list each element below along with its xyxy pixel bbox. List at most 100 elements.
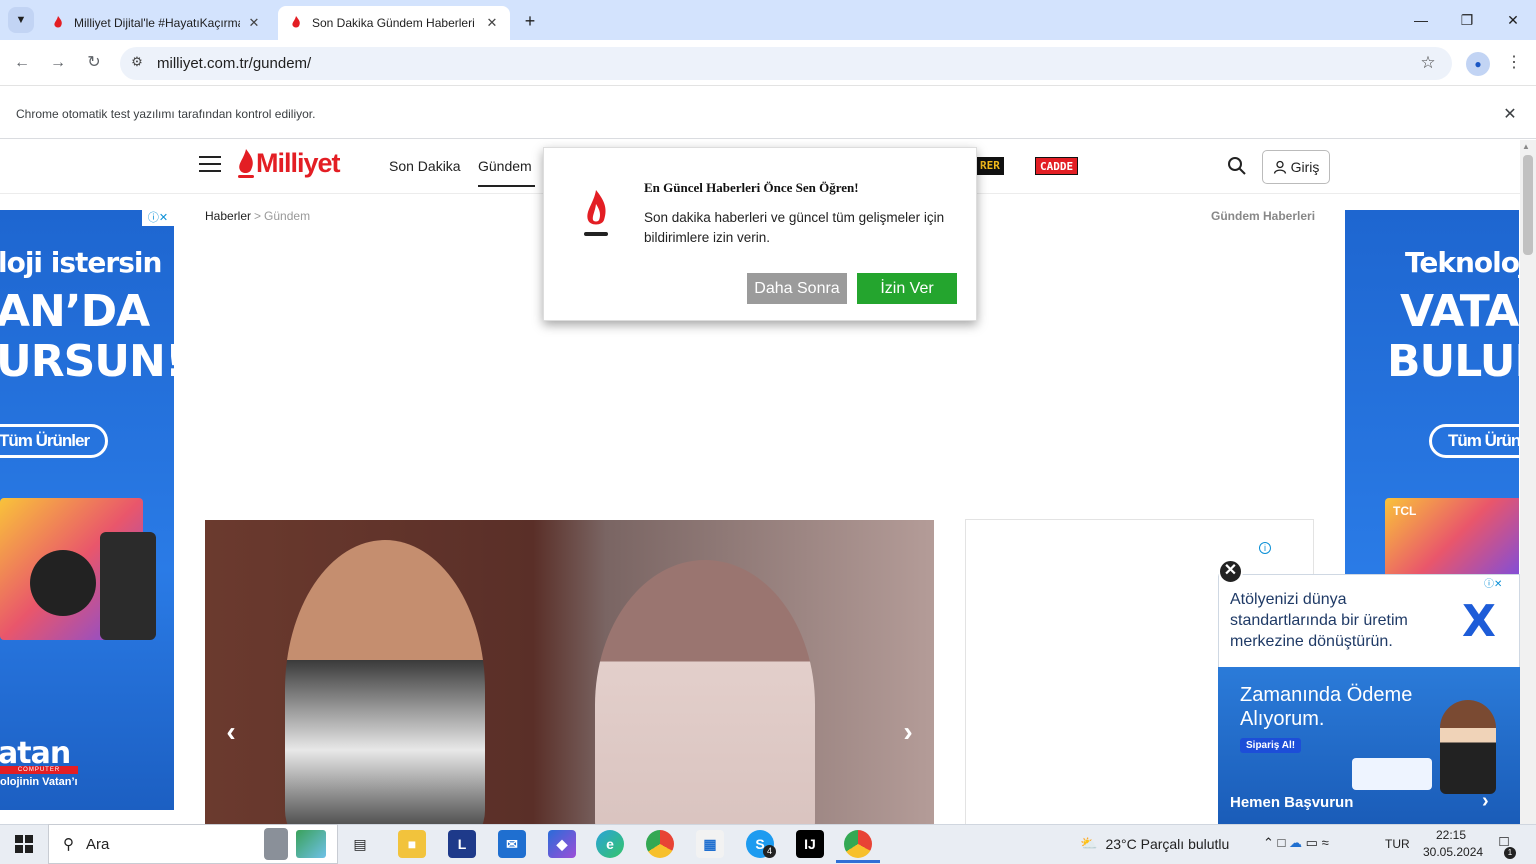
close-icon[interactable]: ✕ xyxy=(246,15,262,31)
active-app-indicator xyxy=(836,860,880,863)
ad-choices-icon[interactable]: ⓘ✕ xyxy=(142,210,174,226)
chevron-up-icon[interactable]: ⌃ xyxy=(1263,835,1274,850)
wifi-icon[interactable]: ≈ xyxy=(1322,835,1329,850)
chevron-right-icon[interactable]: › xyxy=(895,718,921,746)
info-icon[interactable]: i xyxy=(1259,542,1271,554)
copilot-icon[interactable]: ◆ xyxy=(548,830,576,858)
task-view-icon[interactable]: ▤ xyxy=(346,830,374,858)
tab-search-button[interactable]: ▼ xyxy=(8,7,34,33)
nav-son-dakika[interactable]: Son Dakika xyxy=(389,158,461,174)
left-skyscraper-ad[interactable]: ⓘ✕ loji istersin AN’DA URSUN! Tüm Ürünle… xyxy=(0,210,174,810)
tab-title: Son Dakika Gündem Haberleri - xyxy=(312,16,478,30)
chrome-icon[interactable] xyxy=(646,830,674,858)
system-tray[interactable]: ⌃ □ ☁ ▭ ≈ xyxy=(1263,835,1329,851)
cloud-sun-icon: ⛅ xyxy=(1080,835,1098,851)
notification-count: 1 xyxy=(1504,847,1516,859)
tab-title: Milliyet Dijital'le #HayatıKaçırma xyxy=(74,16,240,30)
login-label: Giriş xyxy=(1290,159,1320,175)
chevron-left-icon[interactable]: ‹ xyxy=(218,718,244,746)
clock-time: 22:15 xyxy=(1435,828,1467,842)
onedrive-cloud-icon[interactable]: ☁ xyxy=(1289,835,1302,850)
slider-person-right xyxy=(595,560,815,824)
brand-badge[interactable]: RER xyxy=(976,157,1004,175)
scrollbar-thumb[interactable] xyxy=(1523,155,1533,255)
float-ad-apply-text[interactable]: Hemen Başvurun xyxy=(1230,794,1353,811)
address-bar[interactable] xyxy=(120,47,1452,80)
language-indicator[interactable]: TUR xyxy=(1385,837,1410,851)
ad-choices-icon[interactable]: ⓘ✕ xyxy=(1484,575,1502,590)
popup-title: En Güncel Haberleri Önce Sen Öğren! xyxy=(644,180,859,195)
allow-button[interactable]: İzin Ver xyxy=(857,273,957,304)
file-explorer-icon[interactable]: ■ xyxy=(398,830,426,858)
url-text[interactable]: milliyet.com.tr/gundem/ xyxy=(157,55,311,72)
ad-tv-brand: TCL xyxy=(1393,504,1417,518)
ad-headline-2: VATAN xyxy=(1400,286,1519,337)
search-icon: ⚲ xyxy=(63,836,74,853)
clock-date: 30.05.2024 xyxy=(1423,845,1484,859)
news-slider-image[interactable] xyxy=(205,520,934,824)
forward-arrow-icon[interactable]: → xyxy=(46,51,70,75)
windows-start-icon[interactable] xyxy=(0,824,48,864)
hamburger-menu-icon[interactable] xyxy=(199,156,221,174)
slider-person-left xyxy=(285,540,485,824)
intellij-icon[interactable]: IJ xyxy=(796,830,824,858)
breadcrumb-separator: > xyxy=(254,209,262,223)
map-icon xyxy=(296,830,326,858)
site-logo[interactable]: Milliyet xyxy=(236,148,341,179)
milliyet-flame-icon xyxy=(288,15,304,31)
back-arrow-icon[interactable]: ← xyxy=(10,51,34,75)
login-button[interactable]: Giriş xyxy=(1262,150,1330,184)
float-ad-person-image xyxy=(1440,700,1496,794)
nav-gundem[interactable]: Gündem xyxy=(478,158,532,174)
user-icon xyxy=(1273,160,1286,174)
monitor-icon[interactable]: □ xyxy=(1278,835,1286,850)
weather-widget[interactable]: ⛅ 23°C Parçalı bulutlu xyxy=(1080,835,1229,852)
later-button[interactable]: Daha Sonra xyxy=(747,273,847,304)
ad-headline-1: loji istersin xyxy=(0,246,162,279)
skype-badge: 4 xyxy=(763,845,776,858)
profile-avatar-icon[interactable]: ● xyxy=(1466,52,1490,76)
breadcrumb-current[interactable]: Gündem xyxy=(264,209,310,223)
mail-icon[interactable]: ✉ xyxy=(498,830,526,858)
browser-tab[interactable]: Milliyet Dijital'le #HayatıKaçırma ✕ xyxy=(40,6,272,40)
close-icon[interactable]: ✕ xyxy=(484,15,500,31)
chevron-right-icon[interactable]: › xyxy=(1482,790,1489,813)
restore-button[interactable]: ❐ xyxy=(1452,8,1482,32)
kebab-menu-icon[interactable]: ⋮ xyxy=(1504,52,1524,76)
window-close-button[interactable]: ✕ xyxy=(1498,8,1528,32)
battery-icon[interactable]: ▭ xyxy=(1306,835,1318,850)
store-icon[interactable]: ▦ xyxy=(696,830,724,858)
weather-text: 23°C Parçalı bulutlu xyxy=(1105,835,1230,852)
l-app-icon[interactable]: L xyxy=(448,830,476,858)
robot-vacuum-image xyxy=(30,550,96,616)
milliyet-flame-icon xyxy=(238,148,254,178)
browser-tab-active[interactable]: Son Dakika Gündem Haberleri - ✕ xyxy=(278,6,510,40)
ad-headline-3: BULURS xyxy=(1387,336,1519,387)
taskbar-search-box[interactable]: ⚲ Ara xyxy=(48,824,338,864)
ad-brand-sub: COMPUTER xyxy=(0,766,78,774)
bookmark-star-icon[interactable]: ☆ xyxy=(1417,53,1439,75)
breadcrumb-home[interactable]: Haberler xyxy=(205,209,251,223)
close-icon[interactable]: ✕ xyxy=(1500,104,1520,124)
reload-icon[interactable]: ↻ xyxy=(82,51,106,75)
clock[interactable]: 22:15 30.05.2024 xyxy=(1423,827,1484,861)
ad-button[interactable]: Tüm Ürün xyxy=(1429,424,1519,458)
taskbar-search-label: Ara xyxy=(86,835,110,853)
chrome-active-icon[interactable] xyxy=(844,830,872,858)
logo-text: Milliyet xyxy=(256,148,341,178)
float-ad-top-text: Atölyenizi dünya standartlarında bir üre… xyxy=(1230,591,1408,650)
minimize-button[interactable]: — xyxy=(1406,8,1436,32)
close-icon[interactable]: ✕ xyxy=(1218,559,1243,584)
search-icon[interactable] xyxy=(1227,156,1247,176)
ad-button[interactable]: Tüm Ürünler xyxy=(0,424,109,458)
site-info-icon[interactable]: ⚙ xyxy=(128,54,146,72)
edge-icon[interactable]: e xyxy=(596,830,624,858)
coffee-machine-image xyxy=(100,532,156,640)
new-tab-button[interactable]: + xyxy=(518,10,542,34)
brand-badge-cadde[interactable]: CADDE xyxy=(1035,157,1079,175)
float-ad-cta-button[interactable]: Sipariş Al! xyxy=(1240,738,1302,753)
ad-tagline: olojinin Vatan’ı xyxy=(0,776,78,788)
float-ad-headline: Zamanında Ödeme Alıyorum. xyxy=(1240,684,1413,730)
scroll-up-icon[interactable]: ▲ xyxy=(1522,142,1530,151)
x-brand-logo: X xyxy=(1462,596,1496,647)
